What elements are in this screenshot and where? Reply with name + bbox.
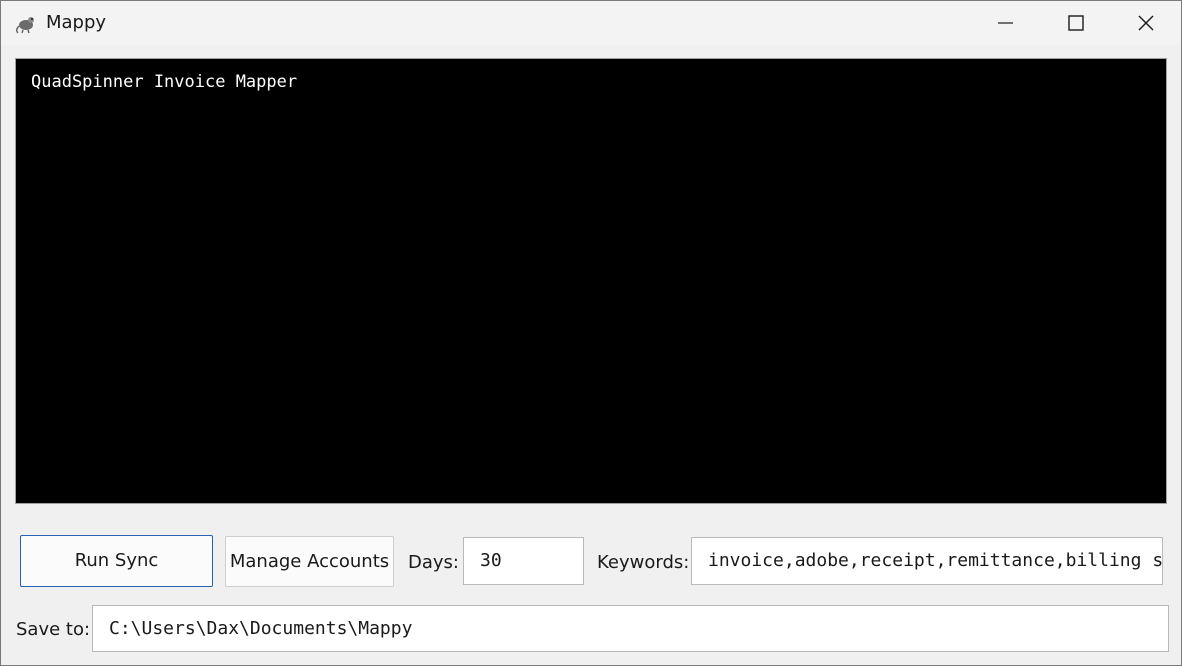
close-button[interactable] xyxy=(1111,1,1181,45)
minimize-icon xyxy=(998,22,1013,24)
close-icon xyxy=(1138,15,1154,31)
console-text: QuadSpinner Invoice Mapper xyxy=(31,72,298,92)
app-window: Mappy QuadSpinner Invoice Mapper Run Syn… xyxy=(0,0,1182,666)
maximize-icon xyxy=(1068,15,1084,31)
console-output[interactable]: QuadSpinner Invoice Mapper xyxy=(15,58,1167,504)
days-label: Days: xyxy=(408,552,459,573)
keywords-input[interactable]: invoice,adobe,receipt,remittance,billing… xyxy=(691,537,1163,585)
manage-accounts-button[interactable]: Manage Accounts xyxy=(225,536,394,587)
days-value: 30 xyxy=(480,550,502,571)
days-input[interactable]: 30 xyxy=(463,537,584,585)
keywords-label: Keywords: xyxy=(597,552,690,573)
mouse-icon xyxy=(15,12,37,34)
save-to-label: Save to: xyxy=(16,619,91,640)
maximize-button[interactable] xyxy=(1041,1,1111,45)
title-bar[interactable]: Mappy xyxy=(1,1,1181,45)
save-path-input[interactable]: C:\Users\Dax\Documents\Mappy xyxy=(92,605,1169,652)
keywords-value: invoice,adobe,receipt,remittance,billing… xyxy=(708,550,1163,571)
minimize-button[interactable] xyxy=(971,1,1041,45)
save-path-value: C:\Users\Dax\Documents\Mappy xyxy=(109,618,413,639)
window-title: Mappy xyxy=(46,12,107,33)
run-sync-button[interactable]: Run Sync xyxy=(20,535,213,587)
